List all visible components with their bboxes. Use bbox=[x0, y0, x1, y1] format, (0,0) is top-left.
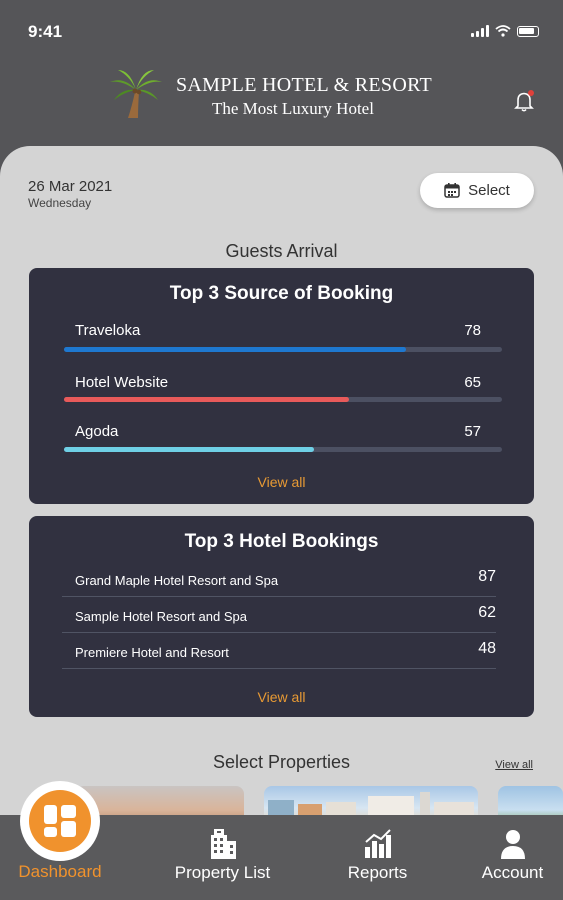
nav-property-list-label: Property List bbox=[174, 863, 271, 882]
signal-icon bbox=[471, 25, 489, 37]
nav-reports[interactable]: Reports bbox=[320, 815, 435, 900]
source-card-title: Top 3 Source of Booking bbox=[169, 283, 394, 304]
status-icons bbox=[471, 25, 539, 37]
palm-tree-logo-icon bbox=[110, 70, 162, 118]
user-icon bbox=[500, 830, 525, 859]
source-bar-track bbox=[64, 347, 502, 352]
select-date-label: Select bbox=[468, 182, 510, 199]
building-icon bbox=[210, 829, 236, 859]
nav-property-list[interactable]: Property List bbox=[150, 815, 295, 900]
properties-view-all-link[interactable]: View all bbox=[495, 759, 533, 771]
hotel-booking-count: 62 bbox=[478, 604, 496, 621]
nav-reports-label: Reports bbox=[347, 863, 408, 882]
calendar-icon bbox=[444, 183, 460, 198]
hotel-booking-row[interactable]: Grand Maple Hotel Resort and Spa 87 bbox=[62, 561, 496, 597]
hotel-tagline: The Most Luxury Hotel bbox=[212, 99, 374, 118]
source-value: 78 bbox=[464, 322, 481, 339]
status-time: 9:41 bbox=[28, 22, 63, 41]
bar-chart-icon bbox=[364, 829, 391, 858]
source-of-booking-card: Top 3 Source of Booking Traveloka 78 Hot… bbox=[29, 268, 534, 504]
hotel-bookings-card: Top 3 Hotel Bookings Grand Maple Hotel R… bbox=[29, 516, 534, 717]
source-bar-track bbox=[64, 447, 502, 452]
hotel-card-title: Top 3 Hotel Bookings bbox=[184, 531, 379, 552]
notification-bell-icon[interactable] bbox=[514, 89, 536, 113]
source-label: Agoda bbox=[75, 423, 119, 440]
app-header: SAMPLE HOTEL & RESORT The Most Luxury Ho… bbox=[0, 64, 563, 146]
select-properties-title: Select Properties bbox=[212, 752, 351, 772]
source-view-all-link[interactable]: View all bbox=[29, 474, 534, 490]
select-date-button[interactable]: Select bbox=[420, 173, 534, 208]
source-bar-track bbox=[64, 397, 502, 402]
current-date: 26 Mar 2021 bbox=[28, 178, 113, 195]
source-label: Hotel Website bbox=[75, 374, 169, 391]
status-bar: 9:41 bbox=[0, 0, 563, 64]
battery-icon bbox=[517, 25, 539, 37]
dashboard-grid-icon bbox=[44, 805, 76, 837]
source-value: 65 bbox=[464, 374, 481, 391]
nav-account[interactable]: Account bbox=[460, 815, 563, 900]
source-bar-fill bbox=[64, 347, 406, 352]
hotel-booking-count: 87 bbox=[478, 568, 496, 585]
source-label: Traveloka bbox=[75, 322, 141, 339]
hotel-name: SAMPLE HOTEL & RESORT bbox=[176, 74, 433, 96]
nav-dashboard-label[interactable]: Dashboard bbox=[0, 862, 120, 882]
source-value: 57 bbox=[464, 423, 481, 440]
hotel-view-all-link[interactable]: View all bbox=[29, 689, 534, 705]
hotel-booking-row[interactable]: Sample Hotel Resort and Spa 62 bbox=[62, 597, 496, 633]
hotel-booking-name: Sample Hotel Resort and Spa bbox=[75, 609, 247, 624]
nav-account-label: Account bbox=[481, 863, 544, 882]
current-weekday: Wednesday bbox=[28, 196, 92, 210]
nav-dashboard[interactable] bbox=[29, 790, 91, 852]
wifi-icon bbox=[495, 25, 511, 37]
hotel-booking-name: Premiere Hotel and Resort bbox=[75, 645, 229, 660]
hotel-booking-row[interactable]: Premiere Hotel and Resort 48 bbox=[62, 633, 496, 669]
guests-arrival-title: Guests Arrival bbox=[225, 241, 338, 261]
hotel-booking-count: 48 bbox=[478, 640, 496, 657]
hotel-booking-name: Grand Maple Hotel Resort and Spa bbox=[75, 573, 279, 588]
source-bar-fill bbox=[64, 447, 314, 452]
source-bar-fill bbox=[64, 397, 349, 402]
